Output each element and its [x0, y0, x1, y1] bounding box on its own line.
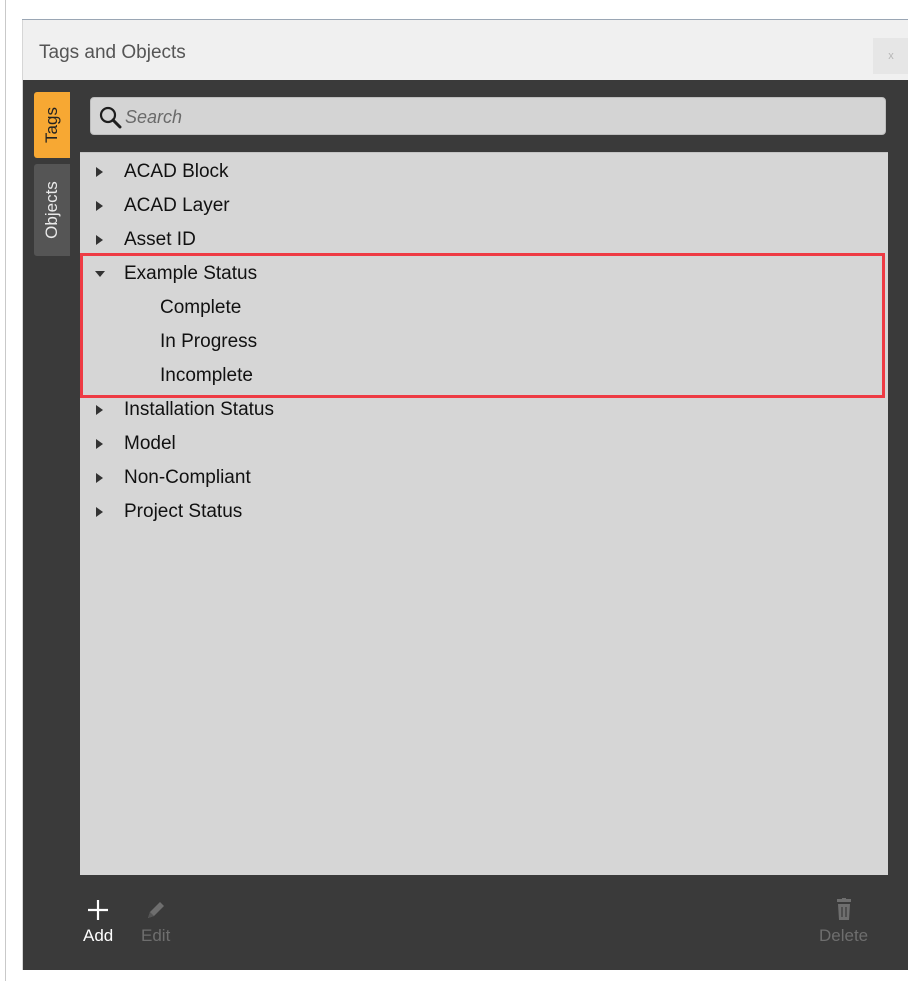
expand-arrow-icon[interactable] [95, 404, 105, 416]
tree-child-label: Complete [160, 297, 242, 318]
tree-item-non-compliant[interactable]: Non-Compliant [80, 461, 888, 495]
edit-button[interactable]: Edit [141, 894, 170, 946]
main-panel: Tags Objects ACAD Block ACAD Layer As [23, 80, 908, 970]
tree-child-complete[interactable]: Complete [80, 291, 888, 325]
search-box[interactable] [90, 97, 886, 135]
delete-button[interactable]: Delete [819, 894, 868, 946]
plus-icon [88, 900, 109, 920]
tree-item-project-status[interactable]: Project Status [80, 495, 888, 529]
tags-and-objects-window: Tags and Objects x Tags Objects ACAD Blo… [22, 20, 908, 970]
expand-arrow-icon[interactable] [95, 166, 105, 178]
tree-item-installation-status[interactable]: Installation Status [80, 393, 888, 427]
pencil-icon [147, 902, 164, 918]
window-title: Tags and Objects [39, 42, 186, 63]
left-border [5, 0, 6, 981]
collapse-arrow-icon[interactable] [95, 268, 105, 280]
tag-tree: ACAD Block ACAD Layer Asset ID Example S… [80, 152, 888, 875]
tree-item-label: ACAD Layer [124, 195, 230, 216]
add-label: Add [83, 926, 114, 945]
expand-arrow-icon[interactable] [95, 234, 105, 246]
add-button[interactable]: Add [83, 894, 113, 946]
tree-item-label: Asset ID [124, 229, 196, 250]
tree-item-asset-id[interactable]: Asset ID [80, 223, 888, 257]
tab-objects-label: Objects [42, 181, 62, 239]
tree-item-acad-block[interactable]: ACAD Block [80, 155, 888, 189]
tree-item-label: Project Status [124, 501, 243, 522]
tab-objects[interactable]: Objects [34, 164, 70, 256]
tree-item-example-status[interactable]: Example Status [80, 257, 888, 291]
delete-label: Delete [819, 926, 869, 945]
close-button[interactable]: x [873, 38, 908, 74]
tree-child-in-progress[interactable]: In Progress [80, 325, 888, 359]
expand-arrow-icon[interactable] [95, 438, 105, 450]
tree-item-label: Model [124, 433, 176, 454]
tree-child-incomplete[interactable]: Incomplete [80, 359, 888, 393]
search-icon [99, 106, 122, 129]
expand-arrow-icon[interactable] [95, 472, 105, 484]
expand-arrow-icon[interactable] [95, 506, 105, 518]
tree-item-label: Example Status [124, 263, 258, 284]
search-input[interactable] [123, 102, 867, 132]
expand-arrow-icon[interactable] [95, 200, 105, 212]
tab-tags-label: Tags [41, 107, 61, 143]
tree-child-label: In Progress [160, 331, 258, 352]
edit-label: Edit [141, 926, 171, 945]
tree-item-label: Non-Compliant [124, 467, 251, 488]
tree-item-acad-layer[interactable]: ACAD Layer [80, 189, 888, 223]
tree-item-label: Installation Status [124, 399, 274, 420]
trash-icon [836, 898, 851, 920]
tree-item-label: ACAD Block [124, 161, 229, 182]
tab-tags[interactable]: Tags [34, 92, 70, 158]
tree-child-label: Incomplete [160, 365, 253, 386]
tree-item-model[interactable]: Model [80, 427, 888, 461]
